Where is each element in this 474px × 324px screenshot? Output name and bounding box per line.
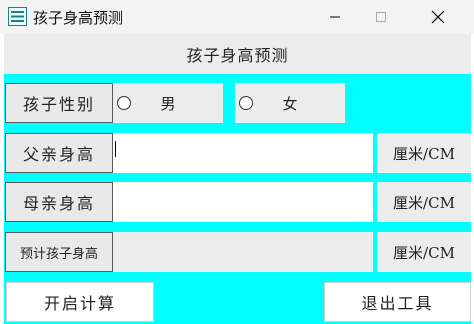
predicted-height-button[interactable]: 预计孩子身高 <box>5 232 113 272</box>
radio-male-label: 男 <box>160 94 176 113</box>
predicted-height-output <box>113 232 373 272</box>
title-bar: 孩子身高预测 <box>0 0 474 34</box>
minimize-button[interactable] <box>312 0 357 34</box>
close-icon <box>431 10 444 24</box>
gender-label-button[interactable]: 孩子性别 <box>5 83 113 123</box>
mother-height-button[interactable]: 母亲身高 <box>5 182 113 222</box>
app-logo-icon <box>8 7 27 26</box>
app-client-area: 孩子身高预测 孩子性别 男 女 父亲身高 厘米/CM 母亲身高 厘米/CM 预计… <box>4 34 471 324</box>
exit-tool-button[interactable]: 退出工具 <box>324 282 471 322</box>
maximize-icon <box>375 12 386 22</box>
radio-female-label: 女 <box>282 94 298 113</box>
radio-male[interactable]: 男 <box>113 83 223 123</box>
father-unit-label: 厘米/CM <box>377 133 471 173</box>
mother-unit-label: 厘米/CM <box>377 182 471 222</box>
window-title: 孩子身高预测 <box>33 9 124 27</box>
close-button[interactable] <box>415 0 460 34</box>
mother-height-input[interactable] <box>113 182 373 222</box>
father-height-button[interactable]: 父亲身高 <box>5 133 113 173</box>
minimize-icon <box>329 16 340 18</box>
father-height-input[interactable] <box>113 133 373 173</box>
radio-female[interactable]: 女 <box>235 83 345 123</box>
maximize-button[interactable] <box>358 0 403 34</box>
predicted-unit-label: 厘米/CM <box>377 232 471 272</box>
page-title: 孩子身高预测 <box>4 34 471 74</box>
start-calculation-button[interactable]: 开启计算 <box>6 282 154 322</box>
text-caret <box>115 141 116 157</box>
